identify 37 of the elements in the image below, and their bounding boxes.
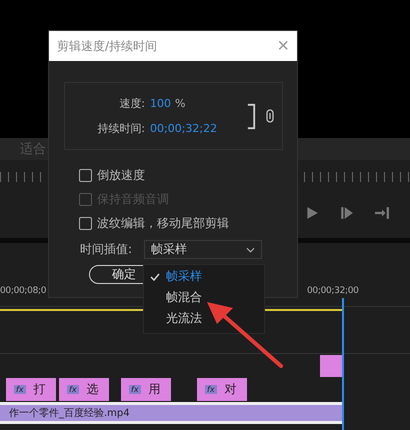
step-forward-icon[interactable] bbox=[340, 206, 354, 220]
dialog-title: 剪辑速度/持续时间 bbox=[57, 38, 158, 54]
fx-badge: fx bbox=[205, 385, 217, 394]
interpolation-dropdown[interactable]: 帧采样 bbox=[144, 240, 262, 259]
check-icon bbox=[150, 272, 160, 280]
timecode: 00;00;32;00 bbox=[307, 286, 359, 296]
play-icon[interactable] bbox=[305, 206, 319, 220]
clip-label: 打 bbox=[34, 381, 46, 398]
go-to-end-icon[interactable] bbox=[375, 206, 389, 220]
fx-badge: fx bbox=[129, 385, 141, 394]
checkbox[interactable] bbox=[79, 216, 92, 230]
clip[interactable]: fx 选 bbox=[59, 378, 109, 401]
chevron-down-icon bbox=[246, 246, 255, 252]
duration-label: 持续时间: bbox=[96, 121, 145, 136]
unit-label: % bbox=[175, 97, 186, 110]
link-icon[interactable] bbox=[266, 109, 274, 123]
clip[interactable]: fx 打 bbox=[6, 378, 56, 401]
checkbox[interactable] bbox=[79, 168, 92, 182]
clip[interactable]: fx 对 bbox=[197, 378, 247, 401]
interpolation-label: 时间插值: bbox=[80, 241, 134, 258]
fx-badge: fx bbox=[14, 385, 26, 394]
speed-value[interactable]: 100 bbox=[150, 97, 171, 110]
menu-item[interactable]: 帧混合 bbox=[144, 287, 264, 308]
menu-item[interactable]: 光流法 bbox=[144, 308, 264, 329]
clip-label: 对 bbox=[224, 381, 237, 398]
bracket-icon bbox=[247, 102, 256, 130]
clip[interactable]: fx 用 bbox=[121, 378, 171, 401]
clip[interactable] bbox=[320, 355, 342, 377]
clip-label: 选 bbox=[86, 381, 99, 398]
fx-badge: fx bbox=[67, 385, 79, 394]
video-clip[interactable]: 作一个零件_百度经验.mp4 bbox=[0, 402, 343, 424]
duration-value[interactable]: 00;00;32;22 bbox=[150, 122, 218, 135]
option-label: 波纹编辑，移动尾部剪辑 bbox=[97, 214, 229, 232]
clip-label: 用 bbox=[148, 381, 161, 398]
option-label: 倒放速度 bbox=[97, 166, 145, 184]
speed-label: 速度: bbox=[118, 96, 145, 111]
timecode: 00;00;08;0 bbox=[0, 286, 46, 296]
